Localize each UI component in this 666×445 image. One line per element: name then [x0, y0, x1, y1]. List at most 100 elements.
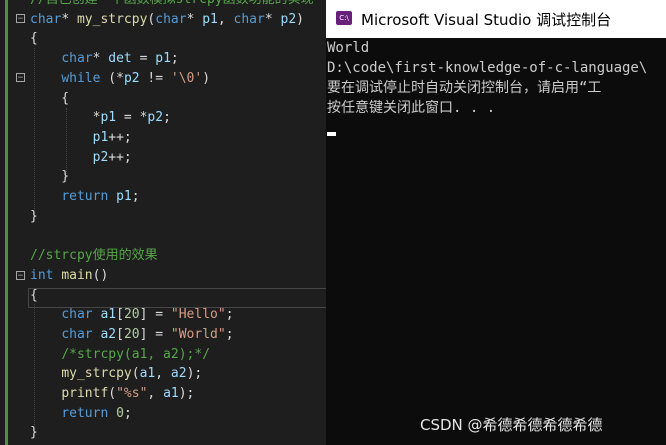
code-token: ; — [163, 110, 171, 126]
code-line[interactable]: char a2[20] = "World"; — [30, 325, 234, 345]
code-token: //strcpy使用的效果 — [30, 248, 158, 264]
code-line[interactable]: { — [30, 286, 38, 306]
code-line[interactable]: my_strcpy(a1, a2); — [30, 364, 202, 384]
code-token: ] = — [139, 307, 171, 323]
code-token: ; — [123, 405, 132, 421]
code-line[interactable]: return p1; — [30, 187, 140, 207]
code-line[interactable]: p2++; — [30, 148, 132, 168]
code-token: != — [139, 70, 171, 86]
code-line[interactable]: char* my_strcpy(char* p1, char* p2) — [30, 10, 304, 30]
code-line[interactable]: while (*p2 != '\0') — [30, 69, 210, 89]
code-line[interactable]: } — [30, 207, 38, 227]
code-token: return — [61, 405, 109, 421]
code-token: p1 — [92, 129, 109, 145]
code-line[interactable]: { — [30, 29, 38, 49]
console-output-line: 要在调试停止时自动关闭控制台，请启用“工 — [327, 80, 602, 96]
code-line[interactable]: } — [30, 423, 38, 443]
code-token: (* — [100, 70, 124, 86]
code-token: a1 — [100, 307, 117, 323]
code-token: * — [186, 11, 203, 27]
code-token: [ — [116, 326, 124, 342]
code-token: p1 — [100, 110, 117, 126]
code-token: my_strcpy — [76, 11, 148, 27]
code-token: //自己创建一个函数模拟strcpy函数功能的实现 — [30, 0, 314, 7]
code-token: p2 — [280, 11, 297, 27]
code-line[interactable]: printf("%s", a1); — [30, 384, 194, 404]
code-line[interactable]: int main() — [30, 266, 108, 286]
code-token: = — [131, 51, 156, 67]
code-line[interactable]: //自己创建一个函数模拟strcpy函数功能的实现 — [30, 0, 314, 10]
code-token: } — [30, 425, 38, 441]
code-token: ( — [131, 366, 140, 382]
code-token: ] = — [139, 326, 171, 342]
code-line[interactable]: //strcpy使用的效果 — [30, 246, 158, 266]
code-line[interactable]: } — [30, 167, 69, 187]
code-token: "Hello" — [170, 307, 226, 323]
code-token: , — [155, 366, 171, 382]
code-token: a2 — [170, 366, 187, 382]
code-editor[interactable]: − − − //自己创建一个函数模拟strcpy函数功能的实现char* my_… — [0, 0, 330, 445]
code-token: int — [30, 267, 54, 283]
fold-toggle-my-strcpy[interactable]: − — [16, 14, 25, 24]
code-line[interactable]: char a1[20] = "Hello"; — [30, 305, 234, 325]
code-line[interactable]: /*strcpy(a1, a2);*/ — [30, 345, 210, 365]
watermark: CSDN @希德希德希德希德 — [420, 416, 603, 434]
code-token: * — [61, 11, 77, 27]
code-token: p2 — [92, 149, 109, 165]
code-token: [ — [116, 307, 124, 323]
code-token: , — [217, 11, 234, 27]
code-token: ) — [296, 11, 304, 27]
code-token: ; — [225, 326, 234, 342]
code-token: ) — [202, 70, 211, 86]
code-token: printf — [61, 386, 109, 401]
code-line[interactable]: char* det = p1; — [30, 49, 178, 69]
code-token: main — [61, 267, 93, 283]
code-token: "World" — [170, 326, 226, 342]
code-token: ; — [225, 307, 234, 323]
code-token: char — [61, 307, 93, 323]
code-token: 0 — [116, 405, 124, 421]
code-line[interactable]: p1++; — [30, 128, 132, 148]
change-indicator-bar — [5, 0, 8, 445]
console-title-bar[interactable]: C:\ Microsoft Visual Studio 调试控制台 — [326, 0, 666, 38]
fold-toggle-main[interactable]: − — [16, 271, 25, 281]
code-token: ); — [186, 366, 203, 382]
code-line[interactable]: { — [30, 89, 69, 109]
code-token: ); — [178, 386, 195, 401]
code-line[interactable]: *p1 = *p2; — [30, 108, 171, 128]
fold-toggle-while[interactable]: − — [16, 73, 25, 83]
code-token: char — [61, 326, 93, 342]
console-app-icon: C:\ — [336, 11, 352, 25]
code-token: p2 — [147, 110, 164, 126]
code-token: () — [92, 267, 109, 283]
code-token: a2 — [100, 326, 117, 342]
code-token: /*strcpy(a1, a2);*/ — [61, 346, 211, 362]
code-token: '\0' — [170, 70, 203, 86]
code-token: "%s" — [116, 386, 148, 401]
code-token: * — [264, 11, 281, 27]
console-title: Microsoft Visual Studio 调试控制台 — [361, 11, 612, 29]
code-token: ++; — [108, 129, 132, 145]
code-line[interactable]: return 0; — [30, 404, 132, 424]
code-token: a1 — [163, 386, 179, 401]
code-token: p1 — [116, 189, 132, 204]
debug-console-window[interactable]: C:\ Microsoft Visual Studio 调试控制台 World … — [326, 0, 666, 445]
code-token: char — [30, 11, 62, 27]
code-token: char — [155, 11, 187, 27]
code-token: p1 — [202, 11, 218, 27]
code-token: ; — [131, 189, 140, 204]
code-token: { — [30, 31, 38, 47]
code-token: det — [108, 51, 132, 67]
